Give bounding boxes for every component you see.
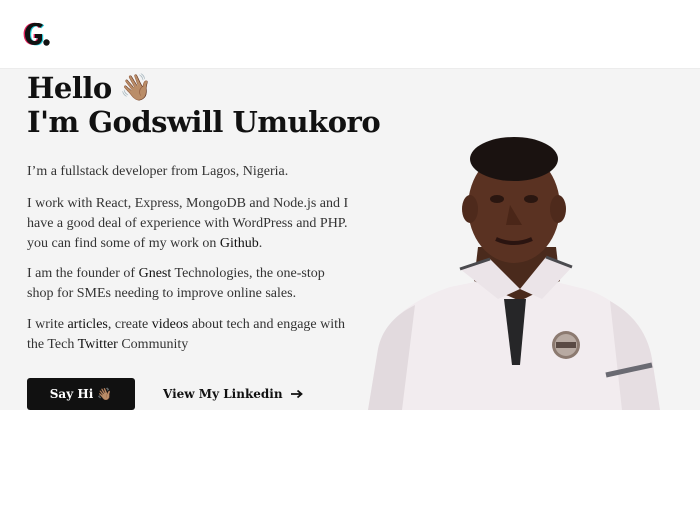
videos-link[interactable]: videos xyxy=(152,317,189,332)
bio-paragraph-location: I’m a fullstack developer from Lagos, Ni… xyxy=(27,164,289,179)
greeting-text: Hello xyxy=(27,71,112,105)
bio-paragraph-founder: I am the founder of Gnest Technologies, … xyxy=(27,266,325,301)
g-dot-logo-icon[interactable] xyxy=(20,17,52,49)
portrait-photo-icon xyxy=(368,137,660,410)
articles-link[interactable]: articles xyxy=(67,317,107,332)
hero-section: Hello 👋🏽 I'm Godswill Umukoro I’m a full… xyxy=(0,69,700,410)
site-header xyxy=(0,0,700,69)
waving-hand-icon: 👋🏽 xyxy=(119,73,152,103)
view-linkedin-link[interactable]: View My Linkedin xyxy=(163,385,303,403)
hero-name: I'm Godswill Umukoro xyxy=(27,105,381,139)
hero-greeting: Hello 👋🏽 xyxy=(27,71,152,105)
github-link[interactable]: Github xyxy=(220,236,259,251)
say-hi-button[interactable]: Say Hi 👋🏽 xyxy=(27,378,135,410)
waving-hand-icon: 👋🏽 xyxy=(97,387,113,401)
page-footer-area xyxy=(0,410,700,525)
bio-paragraph-content: I write articles, create videos about te… xyxy=(27,317,346,352)
twitter-link[interactable]: Twitter xyxy=(78,337,118,352)
say-hi-label: Say Hi xyxy=(49,387,94,401)
arrow-right-icon xyxy=(290,389,303,399)
linkedin-label: View My Linkedin xyxy=(163,387,283,401)
gnest-link[interactable]: Gnest xyxy=(139,266,172,281)
bio-paragraph-stack: I work with React, Express, MongoDB and … xyxy=(27,196,349,251)
